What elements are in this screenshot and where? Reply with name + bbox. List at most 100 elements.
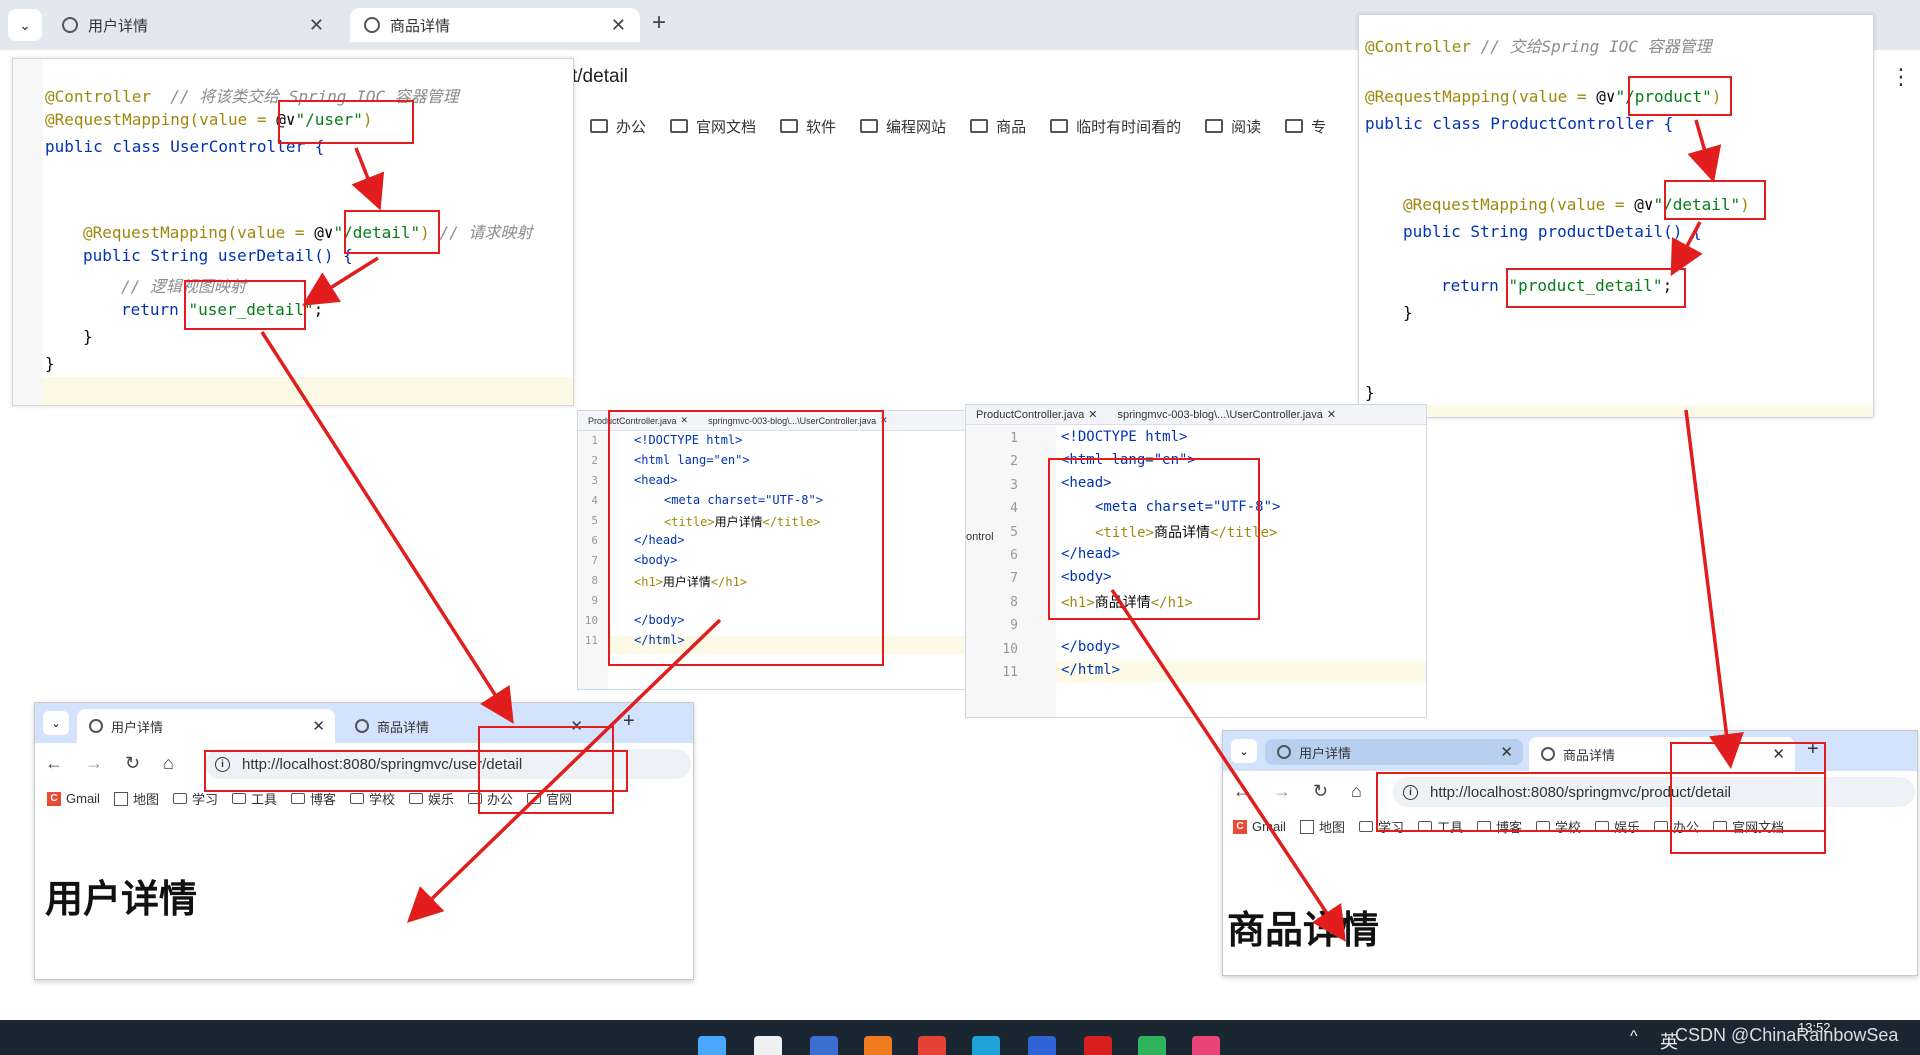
map-icon [1299, 819, 1314, 834]
address-bar-url[interactable]: t/detail [572, 66, 628, 88]
bookmark-map[interactable]: 地图 [1299, 817, 1345, 836]
tab-search-button[interactable]: ⌄ [8, 9, 42, 41]
bookmark-gmail[interactable]: C Gmail [47, 789, 100, 808]
netease-music-icon[interactable] [1084, 1036, 1112, 1055]
chevron-down-icon[interactable]: ⌄ [43, 711, 69, 735]
folder-icon [780, 119, 799, 133]
tab-user-detail[interactable]: 用户详情 ✕ [77, 709, 335, 743]
line-number: 2 [591, 454, 598, 467]
windows-start-icon[interactable] [698, 1036, 726, 1055]
editor-tab[interactable]: springmvc-003-blog\...\UserController.ja… [1107, 408, 1346, 422]
new-tab-button[interactable]: + [623, 710, 635, 733]
line-number: 3 [1010, 477, 1018, 493]
bookmark-folder[interactable]: 官网文档 [670, 112, 756, 140]
bookmark-folder[interactable]: 编程网站 [860, 112, 946, 140]
back-icon[interactable]: ← [45, 753, 63, 774]
edge-icon[interactable] [972, 1036, 1000, 1055]
highlight-product-detail-mapping [1664, 180, 1766, 220]
line-number: 10 [1002, 641, 1018, 657]
line-number: 8 [591, 574, 598, 587]
highlight-product-html [1048, 458, 1260, 620]
line-number: 11 [1002, 665, 1018, 680]
bookmark-gmail[interactable]: C Gmail [1233, 817, 1286, 836]
product-controller-code: @Controller // 交给Spring IOC 容器管理 @Reques… [1358, 14, 1874, 418]
close-icon[interactable]: ✕ [312, 717, 325, 735]
bookmark-folder[interactable]: 临时有时间看的 [1050, 112, 1181, 140]
arrow [1684, 409, 1744, 769]
bookmark-folder[interactable]: 软件 [780, 112, 836, 140]
editor-tab[interactable]: ProductController.java ✕ [966, 408, 1107, 422]
forward-icon[interactable]: → [85, 753, 103, 774]
highlight-user-detail-path [478, 726, 614, 814]
highlight-user-html [608, 410, 884, 666]
folder-icon [970, 119, 989, 133]
close-icon[interactable]: ✕ [1500, 743, 1513, 761]
home-icon[interactable]: ⌂ [163, 753, 174, 774]
line-number: 11 [584, 634, 598, 647]
save-icon[interactable] [810, 1036, 838, 1055]
folder-icon [670, 119, 689, 133]
globe-icon [1277, 745, 1291, 759]
tab-product-detail[interactable]: 商品详情 ✕ [350, 8, 640, 42]
intellij-icon[interactable] [1192, 1036, 1220, 1055]
globe-icon [355, 719, 369, 733]
typora-icon[interactable] [754, 1036, 782, 1055]
menu-kebab-icon[interactable]: ⋮ [1890, 64, 1912, 90]
taskbar: ^ 英 13:52 [0, 1020, 1920, 1055]
chevron-down-icon[interactable]: ⌄ [1231, 739, 1257, 763]
gmail-icon: C [1233, 819, 1247, 834]
highlight-user-return [184, 280, 306, 330]
line-number: 6 [1010, 548, 1018, 563]
highlight-user-detail-mapping [344, 210, 440, 254]
highlight-user-mapping [278, 100, 414, 144]
back-icon[interactable]: ← [1233, 781, 1251, 802]
close-icon[interactable]: ✕ [309, 15, 324, 36]
folder-icon [350, 793, 365, 804]
folder-icon [1205, 119, 1224, 133]
line-number: 6 [591, 534, 598, 547]
line-number: 1 [1010, 431, 1018, 446]
bookmark-folder[interactable]: 办公 [590, 112, 646, 140]
folder-icon [409, 793, 424, 804]
firefox-icon[interactable] [864, 1036, 892, 1055]
page-heading: 商品详情 [1227, 908, 1380, 952]
chrome-icon[interactable] [918, 1036, 946, 1055]
editor-tabs: ProductController.java ✕ springmvc-003-b… [966, 405, 1426, 425]
folder-icon [1285, 119, 1304, 133]
line-number: 5 [591, 514, 598, 527]
globe-icon [62, 17, 78, 33]
gmail-icon: C [47, 791, 61, 806]
forward-icon[interactable]: → [1273, 781, 1291, 802]
line-number: 4 [1010, 501, 1018, 517]
new-tab-button[interactable]: + [652, 9, 666, 37]
folder-icon [1358, 821, 1373, 832]
tray-chevron-icon[interactable]: ^ [1630, 1028, 1638, 1046]
map-icon [113, 791, 128, 806]
folder-icon [231, 793, 246, 804]
line-number: 7 [1010, 571, 1018, 587]
page-heading: 用户详情 [45, 877, 198, 921]
tab-label: 商品详情 [390, 17, 451, 35]
reload-icon[interactable]: ↻ [125, 753, 140, 774]
globe-icon [364, 17, 380, 33]
highlight-product-detail-path [1670, 742, 1826, 854]
watermark: CSDN @ChinaRainbowSea [1675, 1025, 1899, 1045]
line-number: 7 [591, 554, 598, 567]
arrow-app-icon[interactable] [1138, 1036, 1166, 1055]
tab-user-detail[interactable]: 用户详情 ✕ [1265, 739, 1523, 765]
bookmark-map[interactable]: 地图 [113, 789, 159, 808]
tab-user-detail[interactable]: 用户详情 ✕ [48, 8, 338, 42]
folder-icon [1050, 119, 1069, 133]
folder-icon [860, 119, 879, 133]
folder-icon [590, 119, 608, 133]
bookmark-folder[interactable]: 商品 [970, 112, 1026, 140]
todo-icon[interactable] [1028, 1036, 1056, 1055]
bookmark-folder[interactable]: 专 [1285, 112, 1326, 140]
line-number: 4 [591, 494, 598, 507]
highlight-product-return [1506, 268, 1686, 308]
line-number: 10 [584, 614, 598, 627]
reload-icon[interactable]: ↻ [1313, 781, 1328, 802]
close-icon[interactable]: ✕ [611, 15, 626, 36]
bookmark-folder[interactable]: 阅读 [1205, 112, 1261, 140]
home-icon[interactable]: ⌂ [1351, 781, 1362, 802]
